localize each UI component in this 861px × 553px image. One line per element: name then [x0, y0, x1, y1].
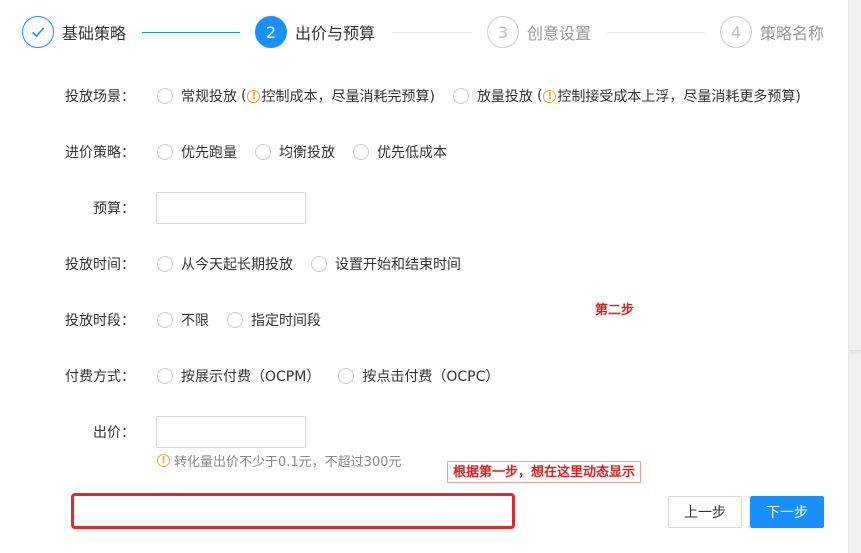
scene-option-regular[interactable]: 常规投放 ( ! 控制成本，尽量消耗完预算)	[157, 86, 435, 106]
step-2-number: 2	[255, 16, 287, 48]
pay-option-ocpc[interactable]: 按点击付费（OCPC）	[338, 366, 499, 386]
step-3[interactable]: 3 创意设置	[487, 16, 591, 48]
radio[interactable]	[452, 88, 469, 104]
prev-button[interactable]: 上一步	[668, 496, 742, 528]
annotation-step2: 第二步	[595, 303, 635, 318]
scrollbar-track[interactable]	[848, 0, 861, 553]
annotation-highlight-box	[71, 493, 515, 529]
warning-icon: !	[247, 89, 261, 103]
radio[interactable]	[311, 256, 327, 272]
radio[interactable]	[338, 368, 355, 384]
period-option-unlimited[interactable]: 不限	[157, 310, 209, 330]
warning-icon: !	[543, 89, 557, 103]
step-4[interactable]: 4 策略名称	[720, 16, 824, 48]
time-label: 投放时间：	[65, 257, 135, 273]
scene-option-scale[interactable]: 放量投放 ( ! 控制接受成本上浮，尽量消耗更多预算)	[452, 86, 801, 106]
bid-label: 出价：	[93, 425, 135, 441]
scene-note-scale: 控制接受成本上浮，尽量消耗更多预算)	[557, 89, 801, 105]
radio[interactable]	[157, 368, 173, 384]
scrollbar-thumb[interactable]	[849, 350, 861, 354]
pay-label: 付费方式：	[65, 369, 135, 385]
annotation-dynamic-label: 根据第一步，想在这里动态显示	[447, 461, 642, 483]
scene-note-open: (	[241, 88, 247, 104]
pay-row: 付费方式： 按展示付费（OCPM） 按点击付费（OCPC）	[0, 364, 848, 388]
radio[interactable]	[227, 312, 243, 328]
budget-label: 预算：	[93, 201, 135, 217]
step-1[interactable]: 基础策略	[22, 16, 126, 48]
scene-label: 投放场景：	[65, 89, 135, 105]
strategy-label: 进价策略：	[65, 145, 135, 161]
radio[interactable]	[157, 144, 173, 160]
time-row: 投放时间： 从今天起长期投放 设置开始和结束时间	[0, 252, 848, 276]
strategy-option-balanced[interactable]: 均衡投放	[255, 142, 335, 162]
scene-note-regular: 控制成本，尽量消耗完预算)	[261, 89, 435, 105]
bid-hint: ! 转化量出价不少于0.1元，不超过300元	[156, 451, 402, 470]
period-option-specified[interactable]: 指定时间段	[227, 310, 321, 330]
scene-note-open: (	[536, 88, 543, 104]
budget-row: 预算：	[0, 196, 848, 220]
time-option-longterm[interactable]: 从今天起长期投放	[157, 254, 293, 274]
step-line-1	[142, 32, 240, 33]
period-label: 投放时段：	[65, 313, 135, 329]
step-4-label: 策略名称	[760, 24, 825, 43]
pay-options: 按展示付费（OCPM） 按点击付费（OCPC）	[157, 366, 517, 386]
bid-row: 出价：	[0, 420, 848, 444]
warning-icon: !	[157, 454, 170, 467]
scene-row: 投放场景： 常规投放 ( ! 控制成本，尽量消耗完预算) 放量投放 ( ! 控制…	[0, 84, 848, 108]
step-3-label: 创意设置	[527, 24, 592, 43]
bid-hint-text: 转化量出价不少于0.1元，不超过300元	[174, 455, 402, 470]
pay-option-ocpm[interactable]: 按展示付费（OCPM）	[157, 366, 320, 386]
radio[interactable]	[157, 312, 173, 328]
step-4-number: 4	[720, 16, 752, 48]
strategy-options: 优先跑量 均衡投放 优先低成本	[157, 142, 465, 162]
step-2[interactable]: 2 出价与预算	[255, 16, 375, 48]
strategy-option-volume[interactable]: 优先跑量	[157, 142, 237, 162]
period-options: 不限 指定时间段	[157, 310, 339, 330]
time-options: 从今天起长期投放 设置开始和结束时间	[157, 254, 479, 274]
scene-options: 常规投放 ( ! 控制成本，尽量消耗完预算) 放量投放 ( ! 控制接受成本上浮…	[157, 86, 819, 106]
step-1-label: 基础策略	[62, 24, 127, 43]
check-icon	[22, 16, 54, 48]
bid-input[interactable]	[156, 416, 306, 448]
radio[interactable]	[157, 256, 173, 272]
radio[interactable]	[353, 144, 369, 160]
radio[interactable]	[255, 144, 271, 160]
budget-input[interactable]	[156, 192, 306, 224]
time-option-range[interactable]: 设置开始和结束时间	[311, 254, 461, 274]
step-line-3	[607, 32, 705, 33]
step-2-label: 出价与预算	[295, 24, 376, 43]
period-row: 投放时段： 不限 指定时间段	[0, 308, 848, 332]
strategy-option-lowcost[interactable]: 优先低成本	[353, 142, 447, 162]
next-button[interactable]: 下一步	[750, 496, 824, 528]
step-3-number: 3	[487, 16, 519, 48]
radio[interactable]	[157, 88, 173, 104]
strategy-row: 进价策略： 优先跑量 均衡投放 优先低成本	[0, 140, 848, 164]
step-line-2	[392, 32, 472, 33]
